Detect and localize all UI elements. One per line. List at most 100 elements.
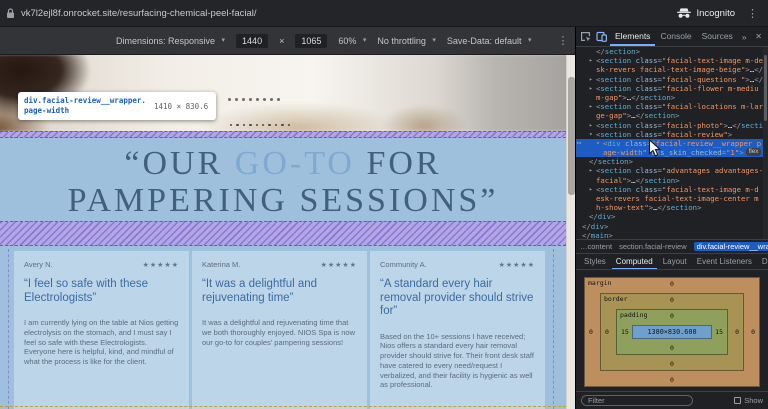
slider-dot[interactable] — [263, 98, 266, 101]
devtools-tab-bar: ElementsConsoleSources » ✕ — [576, 27, 768, 47]
expand-arrow-icon[interactable]: ▾ — [589, 130, 596, 139]
incognito-icon — [677, 8, 691, 19]
elements-tree-row[interactable]: ▸<section class="facial-locations m-lar — [576, 102, 763, 111]
code-token: facial-text-image m-de — [666, 56, 763, 65]
devtools-scrollbar-thumb[interactable] — [764, 55, 767, 121]
throttling-select[interactable]: No throttling — [377, 36, 436, 46]
elements-tree-row[interactable]: m-gap">…</section> — [576, 93, 763, 102]
code-token: facial-review" — [666, 130, 728, 139]
page-scrollbar[interactable] — [566, 55, 575, 409]
elements-tree-row[interactable]: </section> — [576, 157, 763, 166]
overlay-guide-left — [8, 249, 9, 409]
filter-input[interactable] — [581, 395, 693, 406]
node-menu-icon[interactable]: ⋯ — [577, 139, 581, 148]
devtools-tab-sources[interactable]: Sources — [697, 27, 738, 46]
elements-tree-row[interactable]: </div> — [576, 212, 763, 221]
code-token: class — [631, 56, 657, 65]
slider-dot[interactable] — [228, 98, 231, 101]
slider-dot[interactable] — [249, 124, 251, 126]
elements-tree-row[interactable]: h-show-text">…</section> — [576, 203, 763, 212]
padding-top-value: 0 — [670, 312, 674, 320]
sidebar-tab-dom-b[interactable]: DOM B — [758, 254, 768, 270]
code-token: > — [636, 47, 640, 56]
elements-tree-row[interactable]: ▸<section class="facial-text-image m-d — [576, 185, 763, 194]
slider-dot[interactable] — [235, 98, 238, 101]
elements-tree-row[interactable]: ge-gap">…</section> — [576, 111, 763, 120]
viewport-height-input[interactable]: 1065 — [295, 34, 327, 48]
elements-tree-row[interactable]: ▸<section class="facial-flower m-mediu — [576, 84, 763, 93]
slider-dot[interactable] — [230, 124, 232, 126]
sidebar-tab-computed[interactable]: Computed — [612, 254, 657, 270]
browser-menu-icon[interactable]: ⋮ — [743, 7, 762, 20]
devtools-tab-console[interactable]: Console — [655, 27, 696, 46]
slider-dot[interactable] — [288, 124, 290, 126]
elements-tree-row[interactable]: facial">…</section> — [576, 176, 763, 185]
border-top-value: 0 — [670, 296, 674, 304]
more-tabs-icon[interactable]: » — [739, 32, 750, 42]
breadcrumb-item[interactable]: …content — [580, 242, 612, 251]
expand-arrow-icon[interactable]: ▸ — [589, 84, 596, 93]
close-devtools-icon[interactable]: ✕ — [751, 32, 766, 41]
elements-tree-row[interactable]: </main> — [576, 231, 763, 239]
elements-tree-row[interactable]: age-width" bis_skin_checked="1">flex…</d… — [576, 148, 763, 157]
breadcrumb-item[interactable]: div.facial-review__wrapper — [694, 242, 768, 251]
elements-tree-row[interactable]: sk-revers facial-text-image-beige">…</se… — [576, 65, 763, 74]
reviewer-name: Katerina M. — [202, 260, 240, 269]
elements-tree-row[interactable]: ▸<section class="facial-questions ">…</s… — [576, 75, 763, 84]
expand-arrow-icon[interactable]: ▸ — [589, 102, 596, 111]
slider-dot[interactable] — [236, 124, 238, 126]
save-data-select[interactable]: Save-Data: default — [447, 36, 532, 46]
code-token: section — [644, 111, 675, 120]
slider-dot[interactable] — [256, 124, 258, 126]
slider-dot[interactable] — [270, 98, 273, 101]
page-scrollbar-thumb[interactable] — [568, 77, 575, 195]
elements-tree-row[interactable]: </div> — [576, 222, 763, 231]
expand-arrow-icon[interactable]: ▸ — [589, 121, 596, 130]
devtools-scrollbar[interactable] — [763, 47, 768, 239]
code-token: facial-flower m-mediu — [666, 84, 758, 93]
slider-dot[interactable] — [243, 124, 245, 126]
elements-tree-row[interactable]: </section> — [576, 47, 763, 56]
address-bar[interactable]: vk7l2ejl8f.onrocket.site/resurfacing-che… — [21, 8, 667, 19]
sidebar-tab-layout[interactable]: Layout — [659, 254, 691, 270]
elements-tree-row[interactable]: ▸<section class="facial-photo">…</sectio… — [576, 121, 763, 130]
slider-dot[interactable] — [242, 98, 245, 101]
device-toolbar-menu-icon[interactable]: ⋮ — [553, 34, 572, 47]
heading-pre: “OUR — [124, 145, 234, 182]
expand-arrow-icon[interactable]: ▾ — [596, 139, 603, 148]
devtools-tab-elements[interactable]: Elements — [610, 27, 655, 46]
expand-arrow-icon[interactable]: ▸ — [589, 185, 596, 194]
code-token: > — [604, 222, 608, 231]
slider-dot[interactable] — [249, 98, 252, 101]
zoom-select[interactable]: 60% — [338, 36, 366, 46]
sidebar-tab-event-listeners[interactable]: Event Listeners — [693, 254, 756, 270]
code-token: </ — [732, 121, 741, 130]
review-body: It was a delightful and rejuvenating tim… — [202, 318, 357, 347]
show-all-checkbox[interactable] — [734, 397, 741, 404]
code-token: > — [675, 111, 679, 120]
slider-dot[interactable] — [281, 124, 283, 126]
elements-tree-row[interactable]: ▾<section class="facial-review"> — [576, 130, 763, 139]
device-toolbar-toggle-icon[interactable] — [594, 27, 609, 47]
slider-dot[interactable] — [275, 124, 277, 126]
flex-badge[interactable]: flex — [746, 148, 762, 156]
breadcrumb-item[interactable]: section.facial-review — [619, 242, 687, 251]
elements-tree-row[interactable]: ▸<section class="advantages advantages- — [576, 166, 763, 175]
slider-dot[interactable] — [256, 98, 259, 101]
elements-tree-row[interactable]: ▸<section class="facial-text-image m-de — [576, 56, 763, 65]
expand-arrow-icon[interactable]: ▸ — [589, 75, 596, 84]
slider-dot[interactable] — [277, 98, 280, 101]
box-model-border: border 0 0 0 0 padding 0 15 0 15 1380×83… — [600, 293, 744, 371]
sidebar-tab-styles[interactable]: Styles — [580, 254, 610, 270]
inspect-element-icon[interactable] — [578, 27, 593, 47]
box-model-margin: margin 0 0 0 0 border 0 0 0 0 padding 0 — [584, 277, 760, 387]
slider-dot[interactable] — [268, 124, 270, 126]
device-dimensions-select[interactable]: Dimensions: Responsive — [116, 36, 225, 46]
show-all-label: Show — [744, 396, 763, 405]
elements-tree-row[interactable]: esk-revers facial-text-image-center m — [576, 194, 763, 203]
expand-arrow-icon[interactable]: ▸ — [589, 166, 596, 175]
slider-dot[interactable] — [262, 124, 264, 126]
elements-tree-row[interactable]: ⋯▾<div class="facial-review__wrapper p — [576, 139, 763, 148]
expand-arrow-icon[interactable]: ▸ — [589, 56, 596, 65]
viewport-width-input[interactable]: 1440 — [236, 34, 268, 48]
